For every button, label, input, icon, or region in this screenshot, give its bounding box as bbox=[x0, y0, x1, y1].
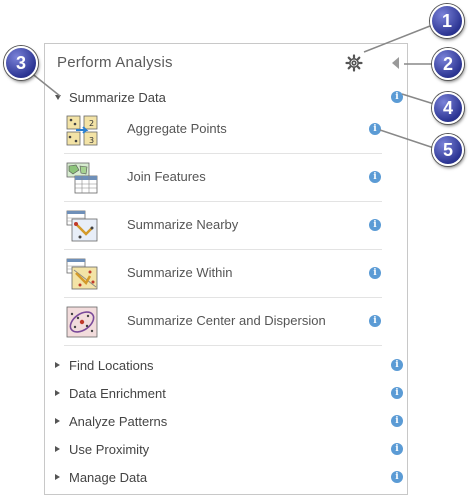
join-features-icon bbox=[66, 162, 98, 194]
summarize-within-icon bbox=[66, 258, 98, 290]
callout-5: 5 bbox=[432, 134, 464, 166]
info-icon[interactable]: i bbox=[391, 415, 403, 427]
info-icon[interactable]: i bbox=[391, 471, 403, 483]
category-data-enrichment[interactable]: Data Enrichment i bbox=[55, 383, 405, 403]
info-icon[interactable]: i bbox=[391, 387, 403, 399]
tool-label: Summarize Nearby bbox=[127, 217, 239, 232]
gear-svg bbox=[345, 54, 363, 72]
tool-label: Summarize Within bbox=[127, 265, 233, 280]
category-label: Find Locations bbox=[69, 357, 154, 373]
aggregate-points-icon: 2 3 bbox=[66, 115, 98, 146]
callout-4: 4 bbox=[432, 92, 464, 124]
section-label: Summarize Data bbox=[69, 89, 166, 105]
category-find-locations[interactable]: Find Locations i bbox=[55, 355, 405, 375]
info-icon[interactable]: i bbox=[391, 91, 403, 103]
info-icon[interactable]: i bbox=[369, 171, 381, 183]
info-icon[interactable]: i bbox=[369, 123, 381, 135]
section-summarize-data[interactable]: Summarize Data i bbox=[55, 88, 403, 106]
tool-summarize-center-dispersion[interactable]: Summarize Center and Dispersion i bbox=[64, 298, 382, 346]
callout-3: 3 bbox=[4, 46, 38, 80]
tool-join-features[interactable]: Join Features i bbox=[64, 154, 382, 202]
chevron-right-icon bbox=[55, 362, 60, 368]
chevron-right-icon bbox=[55, 474, 60, 480]
callout-2: 2 bbox=[432, 48, 464, 80]
chevron-right-icon bbox=[55, 418, 60, 424]
chevron-right-icon bbox=[55, 390, 60, 396]
callout-1: 1 bbox=[430, 4, 464, 38]
chevron-right-icon bbox=[55, 446, 60, 452]
panel-title: Perform Analysis bbox=[57, 54, 173, 71]
info-icon[interactable]: i bbox=[369, 315, 381, 327]
summarize-center-dispersion-icon bbox=[66, 306, 98, 338]
tool-aggregate-points[interactable]: 2 3 Aggregate Points i bbox=[64, 106, 382, 154]
tool-label: Join Features bbox=[127, 169, 206, 184]
info-icon[interactable]: i bbox=[391, 443, 403, 455]
tool-summarize-nearby[interactable]: Summarize Nearby i bbox=[64, 202, 382, 250]
category-use-proximity[interactable]: Use Proximity i bbox=[55, 439, 405, 459]
info-icon[interactable]: i bbox=[369, 267, 381, 279]
gear-icon[interactable] bbox=[344, 53, 364, 73]
category-label: Manage Data bbox=[69, 469, 148, 485]
svg-text:2: 2 bbox=[89, 119, 94, 128]
category-label: Use Proximity bbox=[69, 441, 150, 457]
category-label: Data Enrichment bbox=[69, 385, 166, 401]
tool-summarize-within[interactable]: Summarize Within i bbox=[64, 250, 382, 298]
info-icon[interactable]: i bbox=[391, 359, 403, 371]
category-manage-data[interactable]: Manage Data i bbox=[55, 467, 405, 487]
category-analyze-patterns[interactable]: Analyze Patterns i bbox=[55, 411, 405, 431]
collapse-panel-icon[interactable] bbox=[392, 57, 399, 69]
perform-analysis-panel: Perform Analysis Summarize Data i 2 3 Ag… bbox=[44, 43, 408, 495]
tool-label: Aggregate Points bbox=[127, 121, 227, 136]
chevron-down-icon bbox=[55, 94, 61, 100]
info-icon[interactable]: i bbox=[369, 219, 381, 231]
summarize-nearby-icon bbox=[66, 210, 98, 242]
category-label: Analyze Patterns bbox=[69, 413, 168, 429]
svg-text:3: 3 bbox=[89, 136, 94, 145]
tool-label: Summarize Center and Dispersion bbox=[127, 313, 326, 328]
